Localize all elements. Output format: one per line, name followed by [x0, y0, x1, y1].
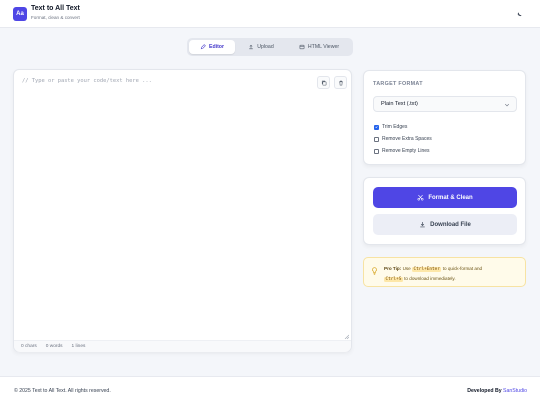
option-remove-extra-spaces[interactable]: Remove Extra Spaces — [374, 136, 432, 142]
format-clean-label: Format & Clean — [428, 194, 473, 201]
line-count: 1 lines — [71, 344, 86, 349]
tab-html-viewer-label: HTML Viewer — [307, 44, 340, 50]
pro-tip-mid: to quick-format and — [442, 266, 483, 271]
moon-icon — [517, 12, 521, 16]
editor-panel: // Type or paste your code/text here ...… — [13, 69, 352, 352]
pro-tip-text: Pro Tip: Use Ctrl+Enter to quick-format … — [384, 264, 522, 284]
app-title: Text to All Text — [31, 5, 80, 12]
option-trim-edges[interactable]: Trim Edges — [374, 124, 407, 130]
option-trim-edges-label: Trim Edges — [382, 124, 408, 130]
copy-button[interactable] — [317, 76, 330, 89]
app-subtitle: Format, clean & convert — [31, 15, 80, 20]
pro-tip-label: Pro Tip: — [384, 266, 402, 271]
lightbulb-icon — [372, 267, 377, 275]
tab-upload[interactable]: Upload — [237, 40, 285, 54]
download-file-label: Download File — [430, 221, 471, 228]
pro-tip: Pro Tip: Use Ctrl+Enter to quick-format … — [363, 257, 526, 287]
pencil-icon — [200, 44, 206, 50]
format-select-value: Plain Text (.txt) — [381, 101, 418, 107]
developer-credit: Developed By SanStudio — [467, 388, 527, 394]
window-icon — [299, 44, 305, 50]
target-format-card: TARGET FORMAT Plain Text (.txt) Trim Edg… — [363, 70, 526, 165]
developer-link[interactable]: SanStudio — [503, 388, 527, 394]
app-header: Aa Text to All Text Format, clean & conv… — [0, 0, 540, 28]
trash-icon — [338, 80, 343, 85]
tab-html-viewer[interactable]: HTML Viewer — [287, 40, 351, 54]
pro-tip-end: to download immediately. — [404, 276, 456, 281]
copy-icon — [321, 80, 326, 85]
download-icon — [420, 222, 425, 228]
char-count: 0 chars — [21, 344, 37, 349]
code-textarea[interactable]: // Type or paste your code/text here ... — [14, 70, 351, 340]
editor-stats: 0 chars 0 words 1 lines — [14, 340, 351, 352]
credit-prefix: Developed By — [467, 388, 502, 394]
actions-card: Format & Clean Download File — [363, 177, 526, 245]
page-footer: © 2025 Text to All Text. All rights rese… — [0, 376, 540, 405]
remove-empty-lines-checkbox[interactable] — [374, 148, 379, 154]
option-remove-empty-lines[interactable]: Remove Empty Lines — [374, 148, 430, 154]
word-count: 0 words — [45, 344, 63, 349]
tab-editor[interactable]: Editor — [189, 40, 235, 54]
pro-tip-use: Use — [402, 266, 411, 271]
scissors-icon — [417, 194, 424, 201]
shortcut-download: Ctrl+S — [384, 277, 403, 282]
format-clean-button[interactable]: Format & Clean — [373, 187, 517, 208]
remove-extra-spaces-checkbox[interactable] — [374, 136, 379, 142]
clear-button[interactable] — [334, 76, 347, 89]
resize-handle[interactable] — [344, 334, 349, 339]
format-select[interactable]: Plain Text (.txt) — [373, 96, 517, 112]
option-remove-extra-spaces-label: Remove Extra Spaces — [382, 136, 432, 142]
theme-toggle-button[interactable] — [513, 8, 525, 20]
copyright-text: © 2025 Text to All Text. All rights rese… — [14, 388, 111, 394]
tab-editor-label: Editor — [209, 44, 224, 50]
view-tabs: Editor Upload HTML Viewer — [187, 38, 353, 56]
target-format-title: TARGET FORMAT — [373, 81, 423, 87]
option-remove-empty-lines-label: Remove Empty Lines — [382, 148, 430, 154]
download-file-button[interactable]: Download File — [373, 214, 517, 235]
trim-edges-checkbox[interactable] — [374, 124, 379, 130]
shortcut-format: Ctrl+Enter — [412, 267, 442, 272]
upload-icon — [249, 44, 254, 50]
app-logo: Aa — [13, 7, 27, 21]
chevron-down-icon — [504, 103, 510, 107]
editor-placeholder: // Type or paste your code/text here ... — [22, 78, 152, 84]
tab-upload-label: Upload — [257, 44, 274, 50]
